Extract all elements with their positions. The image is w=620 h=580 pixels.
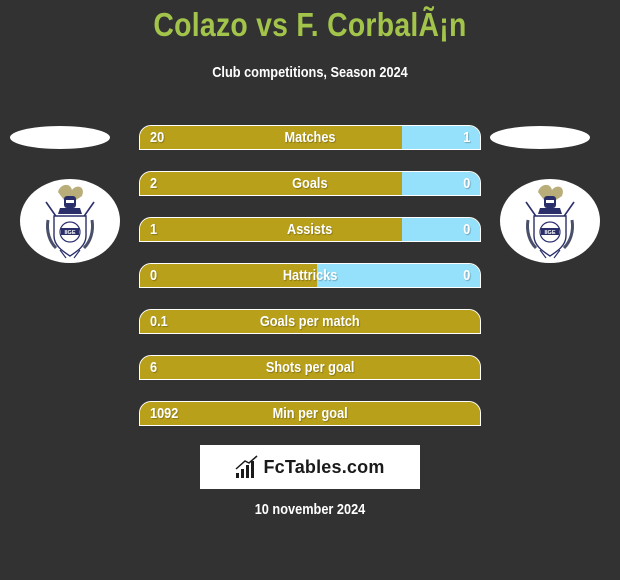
- gimnasia-crest-icon: IIGE: [45, 184, 95, 259]
- stat-label: Min per goal: [272, 405, 348, 422]
- left-stat-value: 6: [150, 359, 158, 376]
- left-stat-value: 1092: [150, 405, 179, 422]
- page-subtitle: Club competitions, Season 2024: [212, 64, 408, 81]
- stat-label: Hattricks: [282, 267, 338, 284]
- svg-text:IIGE: IIGE: [544, 230, 555, 236]
- stat-row-matches: Matches 20 1: [139, 125, 481, 150]
- svg-text:IIGE: IIGE: [64, 230, 75, 236]
- stat-label: Assists: [287, 221, 333, 238]
- right-club-crest: IIGE: [500, 179, 600, 263]
- right-player-photo-placeholder: [490, 126, 590, 149]
- left-player-photo-placeholder: [10, 126, 110, 149]
- stat-label: Shots per goal: [265, 359, 355, 376]
- brand-name: FcTables.com: [263, 456, 385, 477]
- left-stat-value: 2: [150, 175, 158, 192]
- stat-row-hattricks: Hattricks 0 0: [139, 263, 481, 288]
- left-stat-value: 20: [150, 129, 165, 146]
- stat-label: Matches: [284, 129, 336, 146]
- stat-row-shots-per-goal: Shots per goal 6: [139, 355, 481, 380]
- report-date: 10 november 2024: [254, 501, 366, 518]
- stat-row-goals-per-match: Goals per match 0.1: [139, 309, 481, 334]
- bar-chart-icon: [235, 455, 258, 478]
- left-stat-value: 0: [150, 267, 158, 284]
- right-stat-value: 0: [462, 175, 470, 192]
- fctables-logo[interactable]: FcTables.com: [200, 445, 420, 489]
- stat-label: Goals: [292, 175, 328, 192]
- stat-row-assists: Assists 1 0: [139, 217, 481, 242]
- right-stat-value: 1: [462, 129, 470, 146]
- stat-row-min-per-goal: Min per goal 1092: [139, 401, 481, 426]
- left-stat-value: 1: [150, 221, 158, 238]
- left-stat-value: 0.1: [150, 313, 168, 330]
- right-stat-value: 0: [462, 267, 470, 284]
- page-title: Colazo vs F. CorbalÃ¡n: [153, 6, 467, 43]
- left-club-crest: IIGE: [20, 179, 120, 263]
- stat-label: Goals per match: [260, 313, 360, 330]
- gimnasia-crest-icon: IIGE: [525, 184, 575, 259]
- stat-row-goals: Goals 2 0: [139, 171, 481, 196]
- right-stat-value: 0: [462, 221, 470, 238]
